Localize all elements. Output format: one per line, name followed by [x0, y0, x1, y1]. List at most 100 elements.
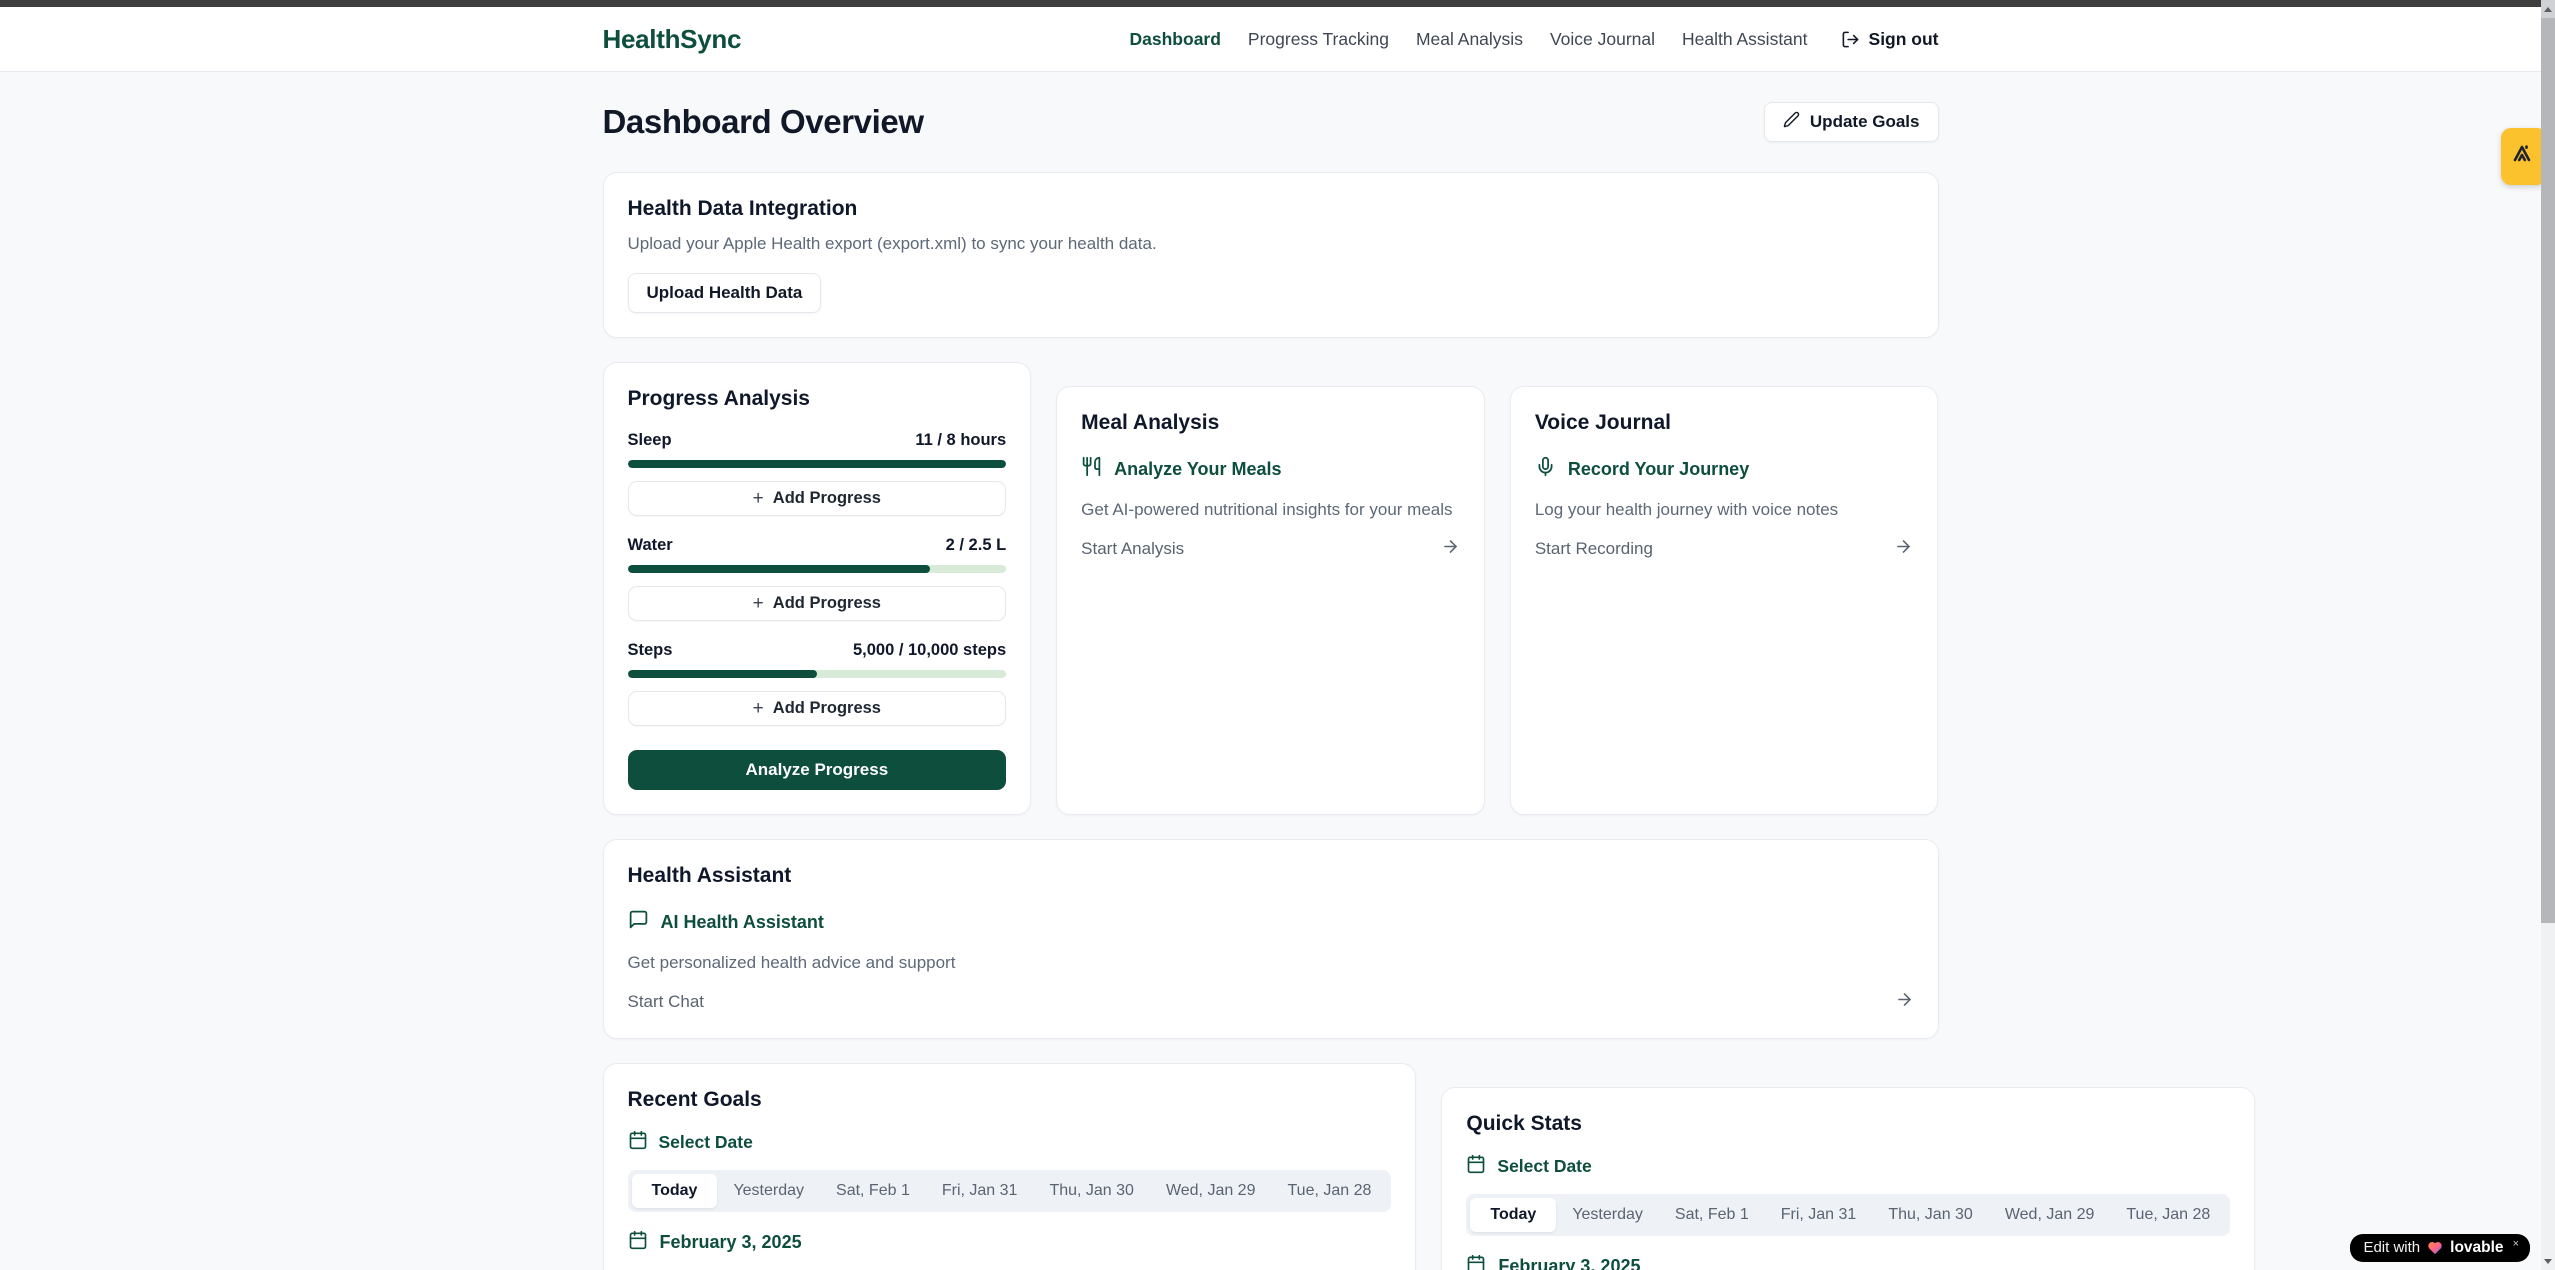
date-tab[interactable]: Sat, Feb 1 — [1659, 1198, 1765, 1232]
date-tab-yesterday[interactable]: Yesterday — [1556, 1198, 1659, 1232]
health-assistant-card: Health Assistant AI Health Assistant Get… — [603, 839, 1939, 1039]
bottom-row: Recent Goals Select Date Today Yesterday… — [603, 1063, 1939, 1270]
health-assistant-description: Get personalized health advice and suppo… — [628, 953, 1914, 973]
date-tab[interactable]: Tue, Jan 28 — [1271, 1174, 1387, 1208]
edit-with-lovable-badge[interactable]: Edit with lovable × — [2350, 1234, 2530, 1262]
calendar-icon — [628, 1130, 648, 1155]
metric-label: Steps — [628, 641, 673, 660]
quick-stats-select-date[interactable]: Select Date — [1466, 1154, 2230, 1179]
start-analysis-label: Start Analysis — [1081, 539, 1184, 559]
metric-value: 2 / 2.5 L — [946, 536, 1007, 555]
utensils-icon — [1081, 456, 1102, 482]
scrollbar-up-arrow[interactable] — [2541, 0, 2555, 18]
progress-analysis-title: Progress Analysis — [628, 387, 1007, 411]
start-analysis-action[interactable]: Start Analysis — [1081, 537, 1460, 561]
start-chat-label: Start Chat — [628, 992, 705, 1012]
date-tab[interactable]: Wed, Jan 29 — [1989, 1198, 2111, 1232]
pencil-icon — [1783, 111, 1800, 133]
recent-goals-date-tabs: Today Yesterday Sat, Feb 1 Fri, Jan 31 T… — [628, 1170, 1392, 1212]
microphone-icon — [1535, 456, 1556, 482]
health-assistant-title: Health Assistant — [628, 864, 1914, 888]
plus-icon: + — [753, 699, 764, 718]
app-logo: HealthSync — [603, 24, 742, 55]
lovable-heart-icon — [2427, 1239, 2443, 1260]
date-tab[interactable]: Wed, Jan 29 — [1150, 1174, 1272, 1208]
arrow-right-icon — [1894, 537, 1913, 561]
metric-sleep: Sleep 11 / 8 hours +Add Progress — [628, 431, 1007, 516]
recent-goals-card: Recent Goals Select Date Today Yesterday… — [603, 1063, 1417, 1270]
close-icon[interactable]: × — [2513, 1239, 2519, 1249]
browser-extension-badge[interactable] — [2501, 128, 2542, 185]
integration-description: Upload your Apple Health export (export.… — [628, 234, 1914, 254]
edit-with-label: Edit with — [2363, 1239, 2420, 1257]
nav-progress-tracking[interactable]: Progress Tracking — [1248, 29, 1389, 50]
upload-health-data-button[interactable]: Upload Health Data — [628, 273, 822, 313]
header: HealthSync Dashboard Progress Tracking M… — [0, 7, 2541, 72]
quick-stats-title: Quick Stats — [1466, 1112, 2230, 1136]
analyze-your-meals-link[interactable]: Analyze Your Meals — [1081, 456, 1460, 482]
date-tab-today[interactable]: Today — [1470, 1198, 1556, 1232]
ai-health-assistant-link[interactable]: AI Health Assistant — [628, 909, 1914, 935]
calendar-icon — [1466, 1154, 1486, 1179]
metric-steps: Steps 5,000 / 10,000 steps +Add Progress — [628, 641, 1007, 726]
voice-journal-card: Voice Journal Record Your Journey Log yo… — [1510, 386, 1939, 815]
date-tab-yesterday[interactable]: Yesterday — [717, 1174, 820, 1208]
add-sleep-progress-button[interactable]: +Add Progress — [628, 481, 1007, 516]
scrollbar-thumb[interactable] — [2541, 18, 2555, 923]
sign-out-button[interactable]: Sign out — [1841, 29, 1939, 50]
start-recording-action[interactable]: Start Recording — [1535, 537, 1914, 561]
recent-goals-title: Recent Goals — [628, 1088, 1392, 1112]
main-nav: Dashboard Progress Tracking Meal Analysi… — [1130, 29, 1939, 50]
current-date-label: February 3, 2025 — [660, 1232, 802, 1253]
recent-goals-current-date: February 3, 2025 — [628, 1230, 1392, 1255]
calendar-icon — [1466, 1254, 1486, 1270]
nav-voice-journal[interactable]: Voice Journal — [1550, 29, 1655, 50]
health-data-integration-card: Health Data Integration Upload your Appl… — [603, 172, 1939, 338]
date-tab[interactable]: Sat, Feb 1 — [820, 1174, 926, 1208]
update-goals-button[interactable]: Update Goals — [1764, 102, 1939, 142]
scrollbar-down-arrow[interactable] — [2541, 1252, 2555, 1270]
nav-dashboard[interactable]: Dashboard — [1130, 29, 1221, 50]
calendar-icon — [628, 1230, 648, 1255]
sign-out-label: Sign out — [1869, 29, 1939, 50]
page-title: Dashboard Overview — [603, 103, 924, 141]
chat-bubble-icon — [628, 909, 649, 935]
log-out-icon — [1841, 30, 1860, 49]
select-date-label: Select Date — [659, 1132, 753, 1153]
date-tab-today[interactable]: Today — [632, 1174, 718, 1208]
quick-stats-date-tabs: Today Yesterday Sat, Feb 1 Fri, Jan 31 T… — [1466, 1194, 2230, 1236]
date-tab[interactable]: Tue, Jan 28 — [2110, 1198, 2226, 1232]
nav-meal-analysis[interactable]: Meal Analysis — [1416, 29, 1523, 50]
record-your-journey-label: Record Your Journey — [1568, 459, 1749, 480]
page-scrollbar[interactable] — [2541, 0, 2555, 1270]
date-tab[interactable]: Thu, Jan 30 — [1033, 1174, 1150, 1208]
integration-title: Health Data Integration — [628, 197, 1914, 221]
add-steps-progress-button[interactable]: +Add Progress — [628, 691, 1007, 726]
nav-health-assistant[interactable]: Health Assistant — [1682, 29, 1807, 50]
analyze-your-meals-label: Analyze Your Meals — [1114, 459, 1281, 480]
metric-water: Water 2 / 2.5 L +Add Progress — [628, 536, 1007, 621]
current-date-label: February 3, 2025 — [1498, 1256, 1640, 1270]
date-tab[interactable]: Thu, Jan 30 — [1872, 1198, 1989, 1232]
add-water-progress-button[interactable]: +Add Progress — [628, 586, 1007, 621]
date-tab[interactable]: Fri, Jan 31 — [926, 1174, 1034, 1208]
metric-value: 5,000 / 10,000 steps — [853, 641, 1006, 660]
recent-goals-select-date[interactable]: Select Date — [628, 1130, 1392, 1155]
sleep-progress-bar — [628, 460, 1007, 468]
water-progress-bar — [628, 565, 1007, 573]
record-your-journey-link[interactable]: Record Your Journey — [1535, 456, 1914, 482]
analyze-progress-button[interactable]: Analyze Progress — [628, 750, 1007, 790]
meal-analysis-title: Meal Analysis — [1081, 411, 1460, 435]
voice-journal-title: Voice Journal — [1535, 411, 1914, 435]
arrow-right-icon — [1895, 990, 1914, 1014]
plus-icon: + — [753, 489, 764, 508]
start-chat-action[interactable]: Start Chat — [628, 990, 1914, 1014]
date-tab[interactable]: Fri, Jan 31 — [1765, 1198, 1873, 1232]
app-viewport: HealthSync Dashboard Progress Tracking M… — [0, 0, 2541, 1270]
window-top-strip — [0, 0, 2541, 7]
steps-progress-bar — [628, 670, 1007, 678]
metric-label: Sleep — [628, 431, 672, 450]
select-date-label: Select Date — [1497, 1156, 1591, 1177]
page-head: Dashboard Overview Update Goals — [603, 102, 1939, 142]
start-recording-label: Start Recording — [1535, 539, 1653, 559]
